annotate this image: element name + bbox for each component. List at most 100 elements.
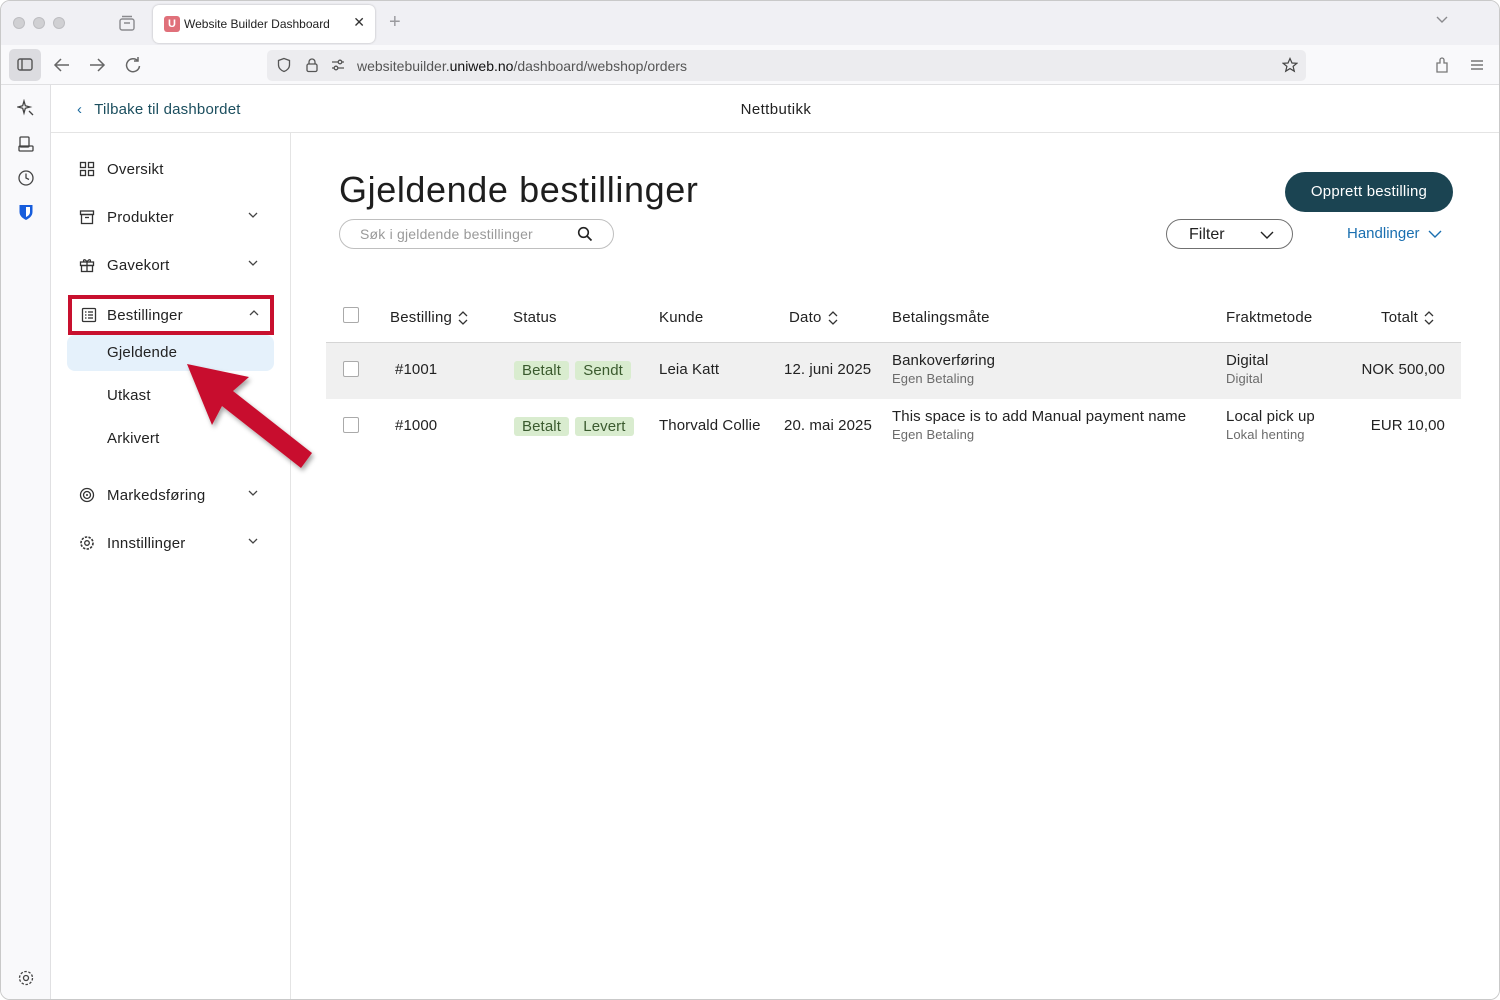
sidebar-toggle-button[interactable] xyxy=(9,49,41,81)
reload-icon[interactable] xyxy=(123,55,143,75)
column-header-status: Status xyxy=(513,309,557,326)
close-window-button[interactable] xyxy=(13,17,25,29)
sidebar-nav: Oversikt Produkter Gavekort Bestillinger… xyxy=(51,133,291,999)
order-date: 20. mai 2025 xyxy=(784,417,872,434)
sort-icon xyxy=(458,311,468,325)
box-icon xyxy=(79,210,95,225)
main-content: Gjeldende bestillinger Opprett bestillin… xyxy=(291,133,1499,999)
shipping-method-name: Digital xyxy=(1226,352,1269,369)
column-label: Totalt xyxy=(1381,309,1419,326)
table-header: Bestilling Status Kunde Dato Betalingsmå… xyxy=(326,293,1461,343)
sidebar-subitem-gjeldende[interactable]: Gjeldende xyxy=(67,335,274,371)
browser-tab[interactable]: U Website Builder Dashboard ✕ xyxy=(153,5,375,43)
sidebar-item-bestillinger[interactable]: Bestillinger xyxy=(68,295,274,335)
forward-arrow-icon[interactable] xyxy=(87,55,107,75)
url-text[interactable]: websitebuilder.uniweb.no/dashboard/websh… xyxy=(357,58,687,74)
search-placeholder: Søk i gjeldende bestillinger xyxy=(360,226,533,242)
search-input[interactable]: Søk i gjeldende bestillinger xyxy=(339,219,614,249)
search-icon[interactable] xyxy=(577,226,593,242)
select-all-checkbox[interactable] xyxy=(343,307,359,323)
customer-name: Leia Katt xyxy=(659,361,720,378)
shipping-method-sub: Digital xyxy=(1226,371,1263,386)
sparkle-icon[interactable] xyxy=(17,99,35,117)
sidebar-item-gavekort[interactable]: Gavekort xyxy=(69,247,273,283)
sidebar-subitem-utkast[interactable]: Utkast xyxy=(67,378,274,414)
tab-strip: U Website Builder Dashboard ✕ + xyxy=(1,1,1499,45)
chevron-down-icon xyxy=(248,538,258,544)
address-bar[interactable]: websitebuilder.uniweb.no/dashboard/websh… xyxy=(267,50,1306,81)
sidebar-item-innstillinger[interactable]: Innstillinger xyxy=(69,525,273,561)
chevron-down-icon xyxy=(248,260,258,266)
sidebar-subitem-label: Arkivert xyxy=(107,430,160,447)
status-badge: Betalt xyxy=(514,417,569,436)
order-number[interactable]: #1000 xyxy=(395,417,437,434)
bitwarden-icon[interactable] xyxy=(17,203,35,221)
payment-method-name: Bankoverføring xyxy=(892,352,996,369)
back-arrow-icon[interactable] xyxy=(52,55,72,75)
sidebar-item-oversikt[interactable]: Oversikt xyxy=(69,151,273,187)
favicon-icon: U xyxy=(164,16,180,32)
synced-tabs-icon[interactable] xyxy=(17,135,35,153)
tab-overview-icon[interactable] xyxy=(117,13,137,33)
grid-icon xyxy=(79,161,95,177)
settings-gear-icon[interactable] xyxy=(17,969,35,987)
row-checkbox[interactable] xyxy=(343,361,359,377)
sidebar-item-produkter[interactable]: Produkter xyxy=(69,199,273,235)
extensions-icon[interactable] xyxy=(1432,55,1452,75)
table-row[interactable]: #1000 Betalt Levert Thorvald Collie 20. … xyxy=(326,399,1461,455)
chevron-up-icon xyxy=(249,310,259,316)
history-clock-icon[interactable] xyxy=(17,169,35,187)
sidebar-item-label: Gavekort xyxy=(107,257,170,274)
sidebar-item-label: Innstillinger xyxy=(107,535,186,552)
filter-dropdown[interactable]: Filter xyxy=(1166,219,1293,249)
new-tab-icon[interactable]: + xyxy=(389,11,401,34)
sidebar-icon xyxy=(17,58,33,71)
chevron-down-icon xyxy=(248,212,258,218)
sidebar-item-label: Bestillinger xyxy=(107,307,183,324)
browser-window: U Website Builder Dashboard ✕ + websiteb… xyxy=(0,0,1500,1000)
payment-method-sub: Egen Betaling xyxy=(892,371,975,386)
column-header-order[interactable]: Bestilling xyxy=(390,309,468,326)
actions-dropdown[interactable]: Handlinger xyxy=(1347,225,1442,242)
maximize-window-button[interactable] xyxy=(53,17,65,29)
chevron-down-icon xyxy=(1260,231,1274,239)
sidebar-item-label: Markedsføring xyxy=(107,487,206,504)
bookmark-star-icon[interactable] xyxy=(1282,57,1298,73)
status-badges: Betalt Sendt xyxy=(514,361,633,380)
url-prefix: websitebuilder. xyxy=(357,58,450,74)
sidebar-item-markedsforing[interactable]: Markedsføring xyxy=(69,477,273,513)
tab-title: Website Builder Dashboard xyxy=(184,17,330,31)
sidebar-subitem-arkivert[interactable]: Arkivert xyxy=(67,421,274,457)
column-header-date[interactable]: Dato xyxy=(789,309,838,326)
shield-icon[interactable] xyxy=(276,57,292,73)
permissions-icon[interactable] xyxy=(330,57,346,73)
lock-icon[interactable] xyxy=(304,57,320,73)
menu-icon[interactable] xyxy=(1467,55,1487,75)
sidebar-item-label: Oversikt xyxy=(107,161,164,178)
column-label: Dato xyxy=(789,309,822,326)
status-badge: Betalt xyxy=(514,361,569,380)
gear-icon xyxy=(80,536,94,550)
column-header-shipping: Fraktmetode xyxy=(1226,309,1313,326)
list-icon xyxy=(81,307,97,323)
order-total: EUR 10,00 xyxy=(1370,417,1445,434)
payment-method-name: This space is to add Manual payment name xyxy=(892,408,1187,425)
payment-method: This space is to add Manual payment name… xyxy=(892,408,1186,442)
row-checkbox[interactable] xyxy=(343,417,359,433)
column-header-total[interactable]: Totalt xyxy=(1381,309,1434,326)
page-title: Gjeldende bestillinger xyxy=(339,169,699,210)
create-order-button[interactable]: Opprett bestilling xyxy=(1285,172,1453,212)
filter-label: Filter xyxy=(1189,226,1225,243)
table-row[interactable]: #1001 Betalt Sendt Leia Katt 12. juni 20… xyxy=(326,343,1461,399)
chevron-down-icon[interactable] xyxy=(1435,13,1449,27)
order-number[interactable]: #1001 xyxy=(395,361,437,378)
shipping-method-sub: Lokal henting xyxy=(1226,427,1305,442)
close-tab-icon[interactable]: ✕ xyxy=(353,14,365,31)
minimize-window-button[interactable] xyxy=(33,17,45,29)
browser-sidebar xyxy=(1,85,51,999)
sidebar-item-label: Produkter xyxy=(107,209,174,226)
status-badge: Sendt xyxy=(575,361,631,380)
app: ‹ Tilbake til dashbordet Nettbutikk Over… xyxy=(51,85,1499,999)
actions-label: Handlinger xyxy=(1347,225,1420,242)
header-title: Nettbutikk xyxy=(740,101,812,118)
